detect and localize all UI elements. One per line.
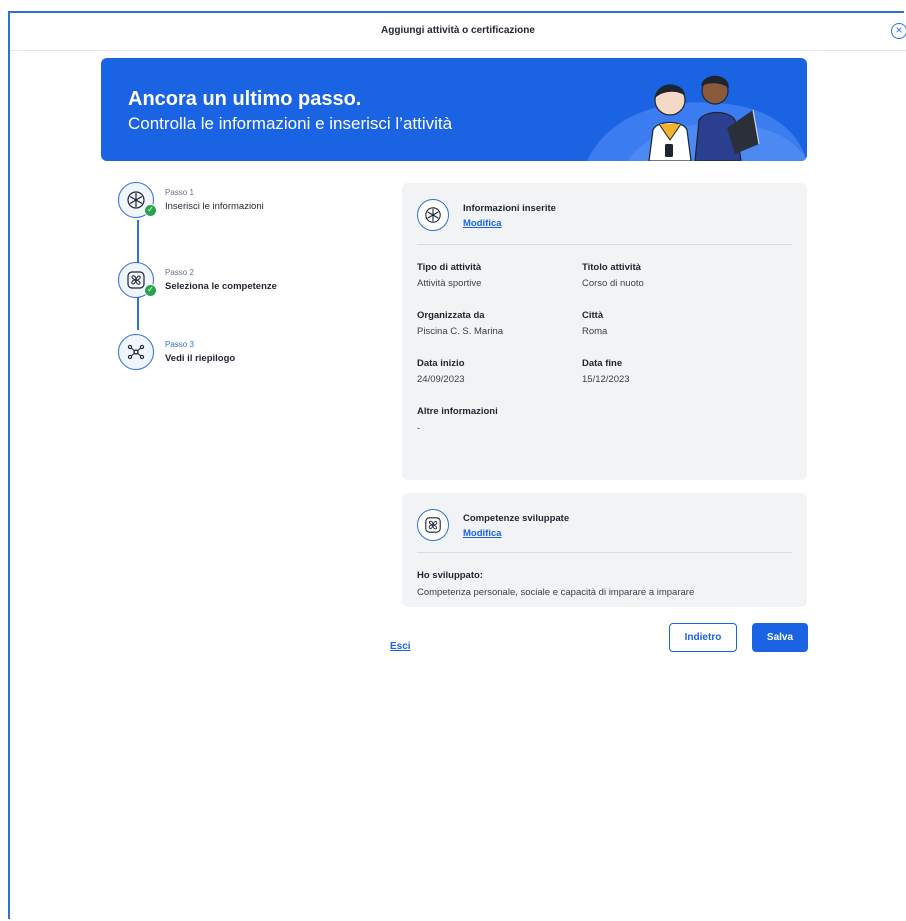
step-1: ✓ Passo 1 Inserisci le informazioni — [118, 182, 378, 222]
developed-value: Competenza personale, sociale e capacità… — [417, 587, 695, 598]
modal-header: Aggiungi attività o certificazione × — [10, 13, 906, 51]
step-1-kicker: Passo 1 — [165, 188, 194, 197]
snowflake-icon — [425, 207, 441, 223]
altre-label: Altre informazioni — [417, 406, 498, 417]
exit-link[interactable]: Esci — [390, 641, 411, 652]
skills-card-icon — [417, 509, 449, 541]
network-icon — [127, 344, 145, 360]
fine-label: Data fine — [582, 358, 623, 369]
pinwheel-icon — [127, 271, 145, 289]
info-card: Informazioni inserite Modifica Tipo di a… — [402, 183, 807, 480]
citta-value: Roma — [582, 326, 608, 337]
close-icon[interactable]: × — [891, 23, 906, 39]
step-3: Passo 3 Vedi il riepilogo — [118, 334, 378, 374]
divider — [417, 552, 792, 553]
org-value: Piscina C. S. Marina — [417, 326, 504, 337]
people-illustration-icon — [587, 75, 807, 161]
info-card-icon — [417, 199, 449, 231]
check-icon: ✓ — [144, 204, 157, 217]
modal-title: Aggiungi attività o certificazione — [381, 25, 535, 36]
step-3-circle — [118, 334, 154, 370]
skills-card-title: Competenze sviluppate — [463, 513, 570, 524]
info-edit-link[interactable]: Modifica — [463, 218, 502, 229]
banner-subtitle: Controlla le informazioni e inserisci l’… — [128, 114, 453, 133]
pinwheel-icon — [425, 517, 441, 533]
step-3-label: Vedi il riepilogo — [165, 353, 236, 364]
developed-label: Ho sviluppato: — [417, 570, 483, 581]
banner: Ancora un ultimo passo. Controlla le inf… — [101, 58, 807, 161]
tipo-value: Attività sportive — [417, 278, 482, 289]
step-1-label: Inserisci le informazioni — [165, 201, 264, 212]
step-3-kicker: Passo 3 — [165, 340, 194, 349]
step-2-label: Seleziona le competenze — [165, 281, 277, 292]
divider — [417, 244, 792, 245]
snowflake-icon — [127, 191, 145, 209]
back-button[interactable]: Indietro — [669, 623, 737, 652]
save-button[interactable]: Salva — [752, 623, 808, 652]
banner-title: Ancora un ultimo passo. — [128, 88, 362, 110]
inizio-value: 24/09/2023 — [417, 374, 465, 385]
step-2: ✓ Passo 2 Seleziona le competenze — [118, 262, 378, 302]
fine-value: 15/12/2023 — [582, 374, 630, 385]
org-label: Organizzata da — [417, 310, 485, 321]
citta-label: Città — [582, 310, 604, 321]
titolo-value: Corso di nuoto — [582, 278, 644, 289]
info-card-title: Informazioni inserite — [463, 203, 556, 214]
inizio-label: Data inizio — [417, 358, 465, 369]
titolo-label: Titolo attività — [582, 262, 641, 273]
skills-card: Competenze sviluppate Modifica Ho svilup… — [402, 493, 807, 607]
stepper: ✓ Passo 1 Inserisci le informazioni ✓ Pa… — [118, 182, 398, 382]
tipo-label: Tipo di attività — [417, 262, 482, 273]
step-2-kicker: Passo 2 — [165, 268, 194, 277]
check-icon: ✓ — [144, 284, 157, 297]
skills-edit-link[interactable]: Modifica — [463, 528, 502, 539]
altre-value: - — [417, 423, 421, 434]
